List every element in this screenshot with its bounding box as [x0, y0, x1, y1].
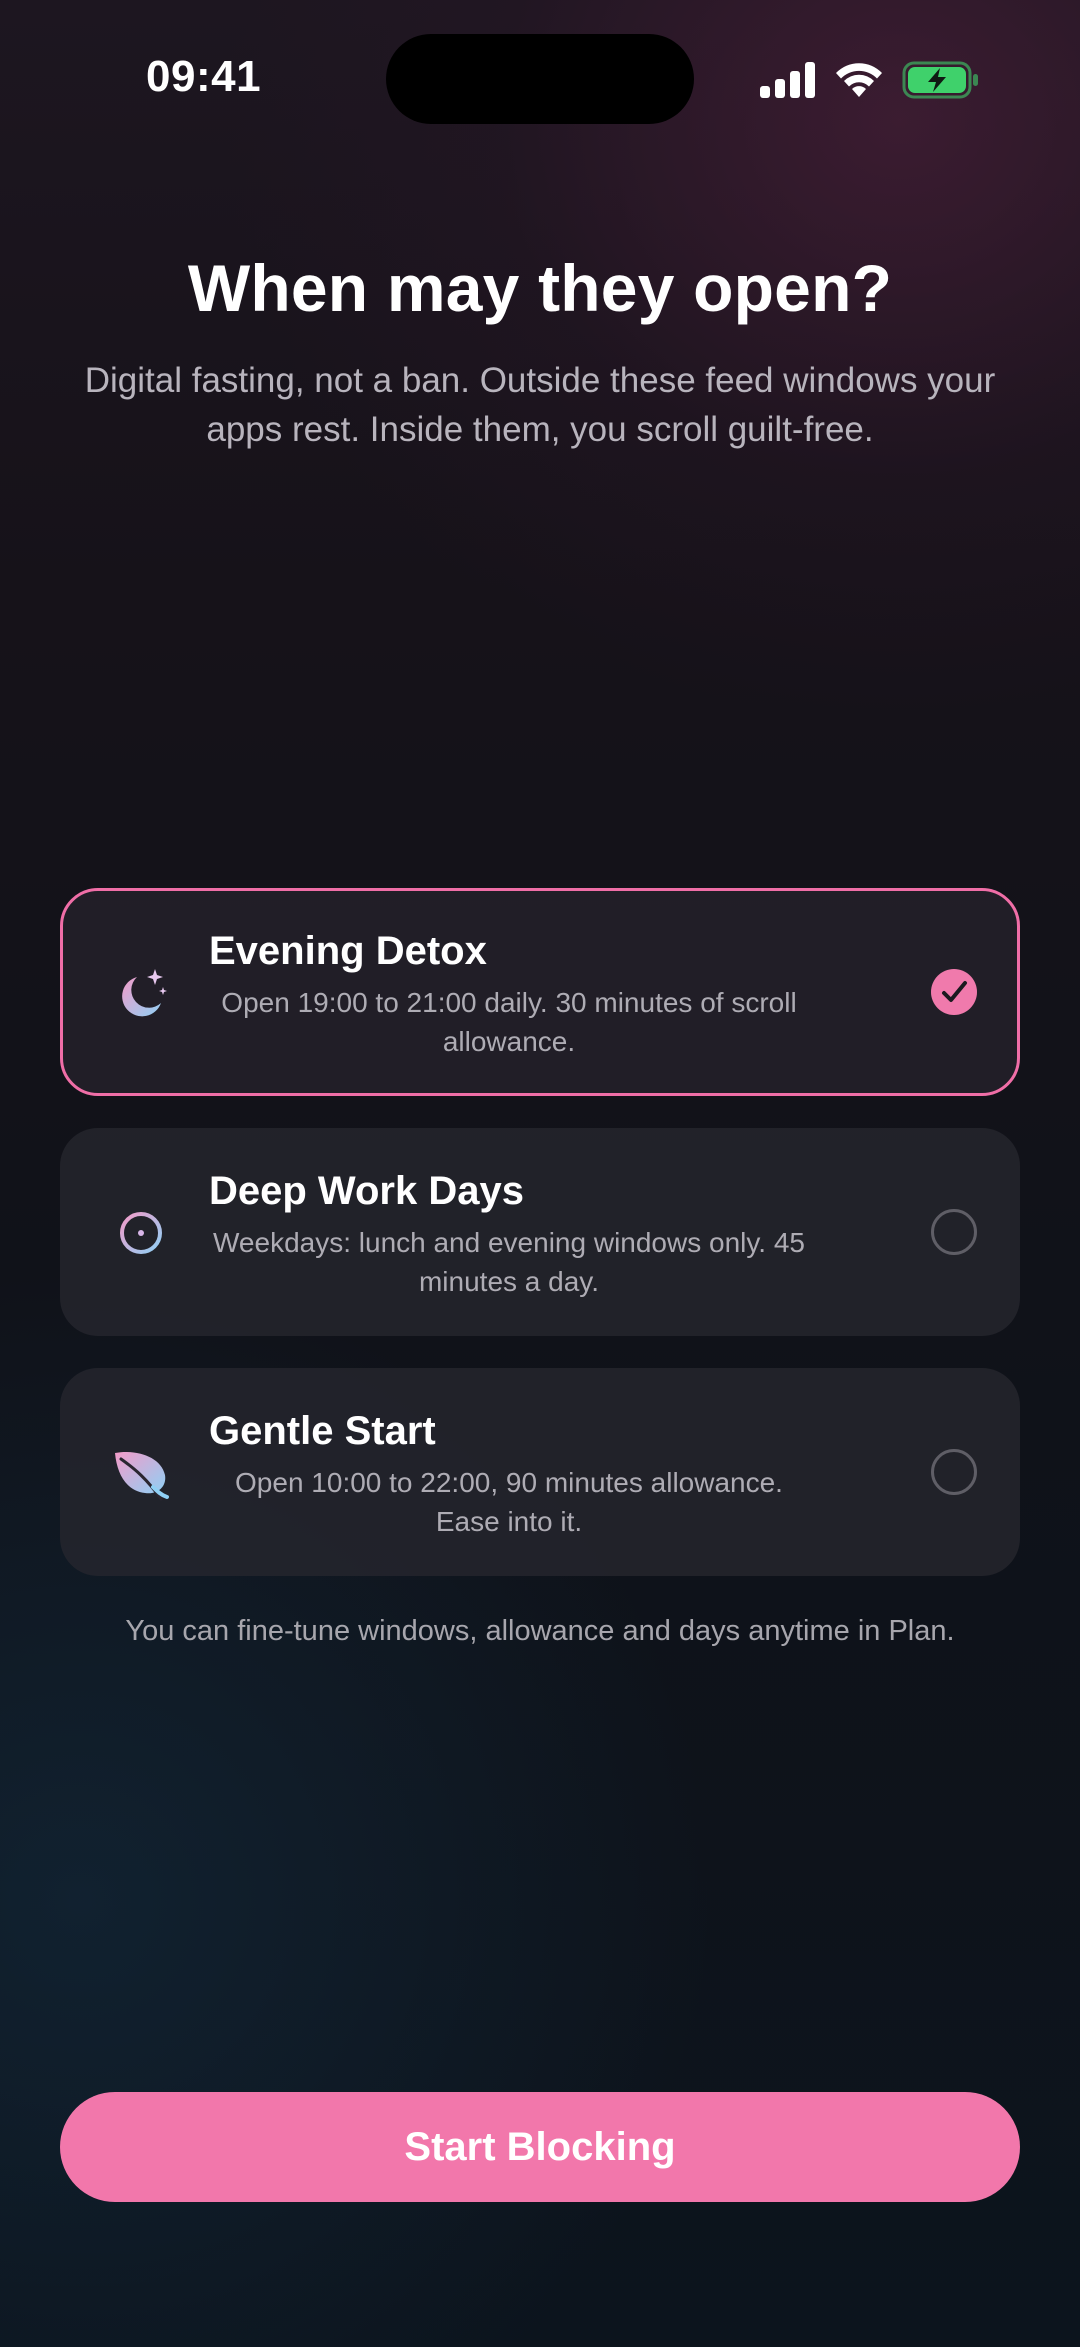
start-blocking-button[interactable]: Start Blocking [60, 2092, 1020, 2202]
radio-unselected[interactable] [931, 1209, 977, 1255]
page-subtitle: Digital fasting, not a ban. Outside thes… [84, 361, 996, 449]
page-title: When may they open? [187, 251, 893, 325]
battery-charging-icon [902, 61, 980, 99]
status-bar: 09:41 [0, 0, 1080, 160]
preset-options-list: Evening Detox Open 19:00 to 21:00 daily.… [60, 888, 1020, 1608]
status-icons [760, 58, 980, 102]
radio-unselected[interactable] [931, 1449, 977, 1495]
option-deep-work-days[interactable]: Deep Work Days Weekdays: lunch and eveni… [60, 1128, 1020, 1336]
cellular-signal-icon [760, 62, 816, 98]
option-description: Open 10:00 to 22:00, 90 minutes allowanc… [235, 1467, 783, 1537]
option-title: Deep Work Days [209, 1169, 524, 1213]
option-title: Gentle Start [209, 1409, 436, 1453]
leaf-icon [111, 1443, 171, 1503]
dynamic-island [386, 34, 694, 124]
status-time: 09:41 [146, 52, 262, 101]
option-title: Evening Detox [209, 929, 487, 973]
option-description: Open 19:00 to 21:00 daily. 30 minutes of… [221, 987, 797, 1057]
radio-selected[interactable] [931, 969, 977, 1015]
option-description: Weekdays: lunch and evening windows only… [213, 1227, 805, 1297]
checkmark-icon [942, 981, 967, 1002]
wifi-icon [834, 61, 884, 99]
moon-stars-icon [111, 963, 171, 1023]
footnote: You can fine-tune windows, allowance and… [125, 1615, 955, 1647]
option-gentle-start[interactable]: Gentle Start Open 10:00 to 22:00, 90 min… [60, 1368, 1020, 1576]
option-evening-detox[interactable]: Evening Detox Open 19:00 to 21:00 daily.… [60, 888, 1020, 1096]
header: When may they open? Digital fasting, not… [0, 250, 1080, 454]
crosshair-target-icon [111, 1203, 171, 1263]
